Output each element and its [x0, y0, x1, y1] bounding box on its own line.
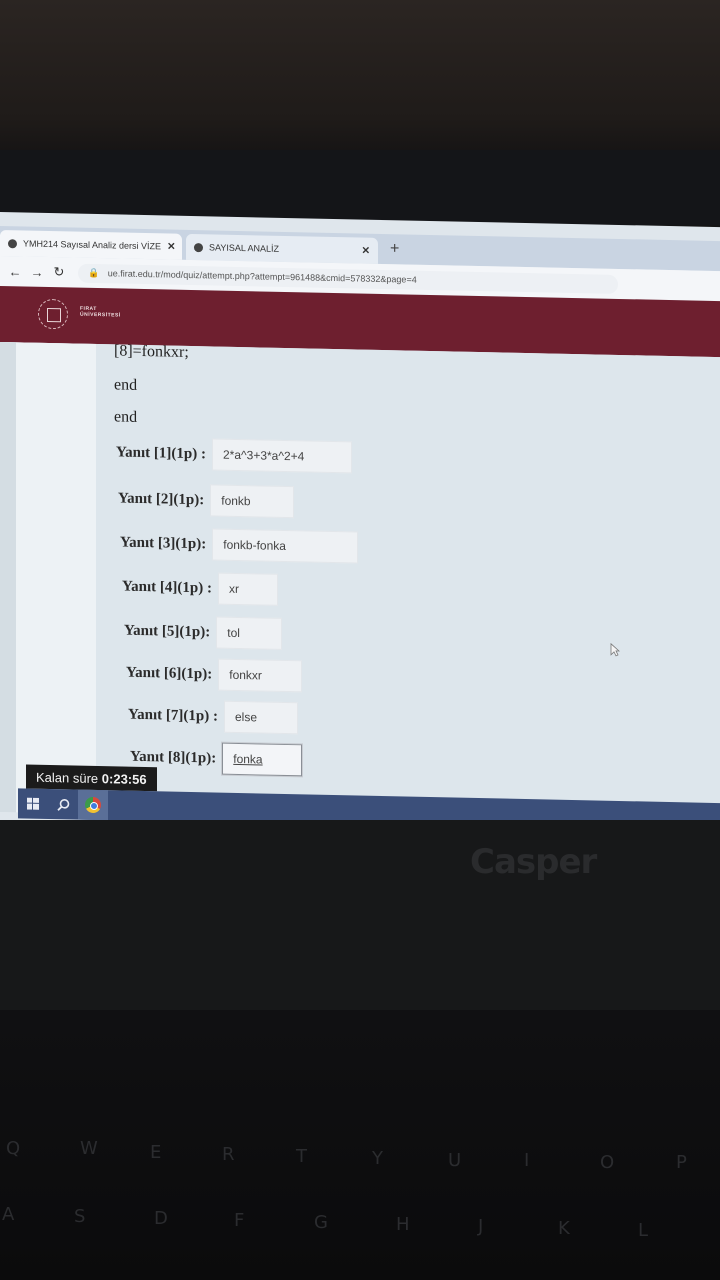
answer-row-4: Yanıt [4](1p) : xr	[122, 571, 278, 606]
close-tab-icon[interactable]: ✕	[161, 241, 175, 252]
tab-label: YMH214 Sayısal Analiz dersi VİZE	[23, 238, 162, 252]
close-tab-icon[interactable]: ✕	[356, 245, 370, 256]
left-sidebar	[0, 342, 96, 815]
laptop-screen: YMH214 Sayısal Analiz dersi VİZE ✕ SAYIS…	[0, 212, 720, 848]
answer-label: Yanıt [2](1p):	[118, 489, 205, 508]
reload-icon[interactable]: ↻	[52, 264, 66, 280]
tab-sayisal-analiz[interactable]: SAYISAL ANALİZ ✕	[186, 233, 378, 264]
answer-label: Yanıt [6](1p):	[126, 664, 213, 682]
university-logo-text: FIRAT ÜNİVERSİTESİ	[80, 306, 121, 319]
key: G	[314, 1212, 328, 1233]
key: H	[396, 1214, 410, 1235]
code-line: [8]=fonkxr;	[114, 342, 189, 361]
back-icon[interactable]: ←	[8, 264, 22, 279]
timer-value: 0:23:56	[101, 770, 147, 787]
answer-label: Yanıt [8](1p):	[130, 748, 217, 767]
new-tab-icon[interactable]: +	[390, 240, 399, 258]
answer-input-8[interactable]: fonka	[222, 742, 303, 777]
chrome-logo-icon	[85, 796, 101, 814]
search-icon[interactable]	[48, 789, 78, 820]
answer-input-3[interactable]: fonkb-fonka	[212, 528, 359, 564]
key: U	[448, 1150, 462, 1171]
url-text: ue.firat.edu.tr/mod/quiz/attempt.php?att…	[107, 267, 417, 285]
room-background	[0, 0, 720, 170]
key: F	[234, 1210, 245, 1231]
timer-label: Kalan süre	[36, 769, 99, 786]
answer-input-1[interactable]: 2*a^3+3*a^2+4	[212, 438, 352, 474]
key: R	[222, 1144, 235, 1165]
answer-input-4[interactable]: xr	[218, 572, 278, 606]
key: O	[600, 1152, 615, 1173]
mouse-pointer-icon	[610, 642, 620, 657]
answer-row-5: Yanıt [5](1p): tol	[124, 615, 283, 650]
key: W	[80, 1138, 98, 1159]
favicon-icon	[8, 238, 17, 248]
key: S	[74, 1206, 86, 1227]
answer-row-7: Yanıt [7](1p) : else	[128, 699, 298, 735]
key: A	[2, 1204, 15, 1225]
key: J	[478, 1216, 484, 1237]
monitor-bezel-bottom	[0, 820, 720, 1020]
answer-label: Yanıt [3](1p):	[120, 534, 207, 552]
answer-input-2[interactable]: fonkb	[210, 484, 295, 519]
key: P	[676, 1152, 687, 1173]
code-line: end	[114, 408, 138, 426]
answer-row-6: Yanıt [6](1p): fonkxr	[126, 657, 303, 693]
answer-row-2: Yanıt [2](1p): fonkb	[118, 482, 295, 519]
answer-input-5[interactable]: tol	[216, 616, 283, 650]
key: I	[524, 1150, 530, 1171]
logo-line-2: ÜNİVERSİTESİ	[80, 311, 121, 319]
lock-icon: 🔒	[88, 267, 100, 278]
university-seal-icon[interactable]	[38, 298, 68, 330]
key: D	[154, 1208, 168, 1229]
code-line: end	[114, 376, 138, 394]
key: T	[296, 1146, 307, 1167]
key: E	[150, 1142, 162, 1163]
time-remaining-banner: Kalan süre 0:23:56	[26, 764, 157, 792]
answer-label: Yanıt [5](1p):	[124, 622, 211, 640]
answer-label: Yanıt [7](1p) :	[128, 706, 218, 725]
answer-input-7[interactable]: else	[224, 700, 298, 735]
answer-input-6[interactable]: fonkxr	[218, 658, 303, 693]
answer-row-3: Yanıt [3](1p): fonkb-fonka	[120, 527, 359, 564]
key: L	[638, 1220, 649, 1241]
key: Q	[6, 1138, 21, 1159]
answer-row-1: Yanıt [1](1p) : 2*a^3+3*a^2+4	[116, 436, 352, 474]
key: K	[558, 1218, 570, 1239]
key: Y	[372, 1148, 383, 1169]
windows-start-icon[interactable]	[18, 788, 48, 819]
tab-label: SAYISAL ANALİZ	[209, 242, 280, 254]
chrome-taskbar-icon[interactable]	[78, 789, 108, 821]
favicon-icon	[194, 242, 203, 252]
answer-label: Yanıt [1](1p) :	[116, 443, 206, 462]
tab-quiz[interactable]: YMH214 Sayısal Analiz dersi VİZE ✕	[0, 230, 182, 260]
answer-label: Yanıt [4](1p) :	[122, 578, 212, 596]
quiz-content: [8]=fonkxr; end end Yanıt [1](1p) : 2*a^…	[0, 342, 720, 828]
laptop-brand-logo: Casper	[470, 842, 597, 882]
forward-icon[interactable]: →	[30, 264, 44, 279]
laptop-keyboard: Q W E R T Y U I O P A S D F G H J K L	[0, 1010, 720, 1280]
